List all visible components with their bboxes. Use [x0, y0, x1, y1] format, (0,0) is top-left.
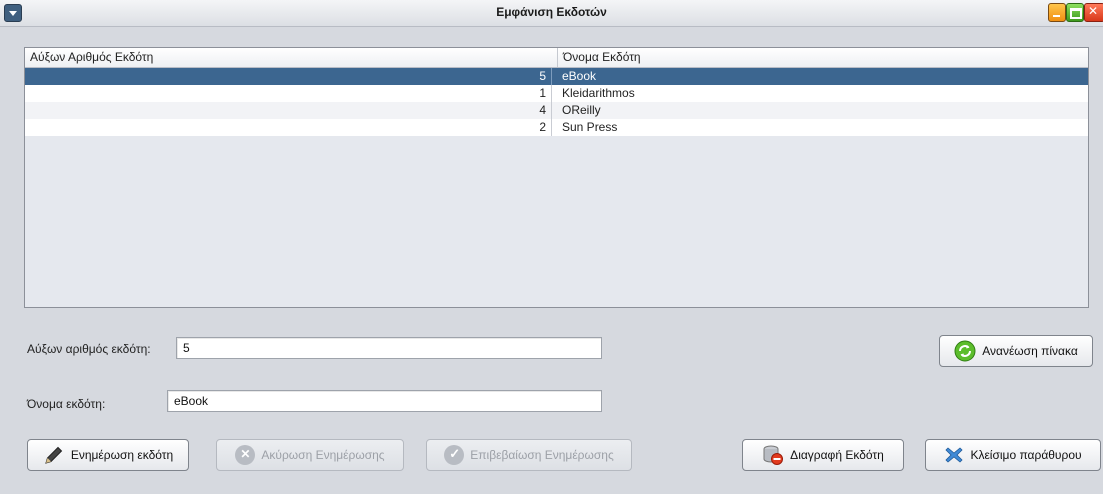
database-delete-icon [763, 445, 784, 465]
table-header: Αύξων Αριθμός Εκδότη Όνομα Εκδότη [25, 48, 1088, 68]
publishers-table[interactable]: Αύξων Αριθμός Εκδότη Όνομα Εκδότη 5 eBoo… [24, 47, 1089, 308]
column-header-id[interactable]: Αύξων Αριθμός Εκδότη [25, 48, 558, 67]
update-publisher-button[interactable]: Ενημέρωση εκδότη [27, 439, 189, 471]
close-window-button[interactable]: Κλείσιμο παράθυρου [925, 439, 1101, 471]
publisher-id-label: Αύξων αριθμός εκδότη: [27, 342, 151, 356]
cell-name: OReilly [562, 103, 601, 117]
cell-id: 4 [25, 102, 552, 119]
cancel-icon [235, 445, 256, 465]
cell-name: eBook [562, 69, 597, 83]
delete-publisher-label: Διαγραφή Εκδότη [790, 448, 884, 462]
cell-name: Kleidarithmos [562, 86, 635, 100]
delete-publisher-button[interactable]: Διαγραφή Εκδότη [742, 439, 904, 471]
table-row[interactable]: 1 Kleidarithmos [25, 85, 1088, 102]
pencil-icon [45, 446, 63, 464]
publisher-id-input[interactable] [176, 337, 602, 359]
cell-name: Sun Press [562, 120, 618, 134]
table-row[interactable]: 4 OReilly [25, 102, 1088, 119]
refresh-icon [954, 340, 976, 362]
window-title: Εμφάνιση Εκδοτών [496, 5, 607, 19]
close-icon[interactable] [1084, 3, 1103, 22]
checkmark-icon [444, 445, 465, 465]
maximize-icon[interactable] [1066, 3, 1084, 22]
publisher-name-label: Όνομα εκδότη: [27, 397, 106, 411]
cell-id: 5 [25, 68, 552, 85]
title-bar: Εμφάνιση Εκδοτών [0, 0, 1103, 27]
cell-id: 2 [25, 119, 552, 136]
refresh-table-button[interactable]: Ανανέωση πίνακα [939, 335, 1093, 367]
update-publisher-label: Ενημέρωση εκδότη [70, 448, 174, 462]
confirm-update-button[interactable]: Επιβεβαίωση Ενημέρωσης [426, 439, 632, 471]
confirm-update-label: Επιβεβαίωση Ενημέρωσης [470, 448, 614, 462]
table-row[interactable]: 5 eBook [25, 68, 1088, 85]
cell-id: 1 [25, 85, 552, 102]
refresh-table-label: Ανανέωση πίνακα [982, 344, 1078, 358]
close-window-label: Κλείσιμο παράθυρου [970, 448, 1082, 462]
publisher-name-input[interactable] [167, 390, 602, 412]
cancel-update-label: Ακύρωση Ενημέρωσης [261, 448, 385, 462]
cancel-update-button[interactable]: Ακύρωση Ενημέρωσης [216, 439, 404, 471]
column-header-name[interactable]: Όνομα Εκδότη [558, 48, 641, 67]
table-row[interactable]: 2 Sun Press [25, 119, 1088, 136]
minimize-icon[interactable] [1048, 3, 1066, 22]
close-x-icon [945, 447, 964, 463]
